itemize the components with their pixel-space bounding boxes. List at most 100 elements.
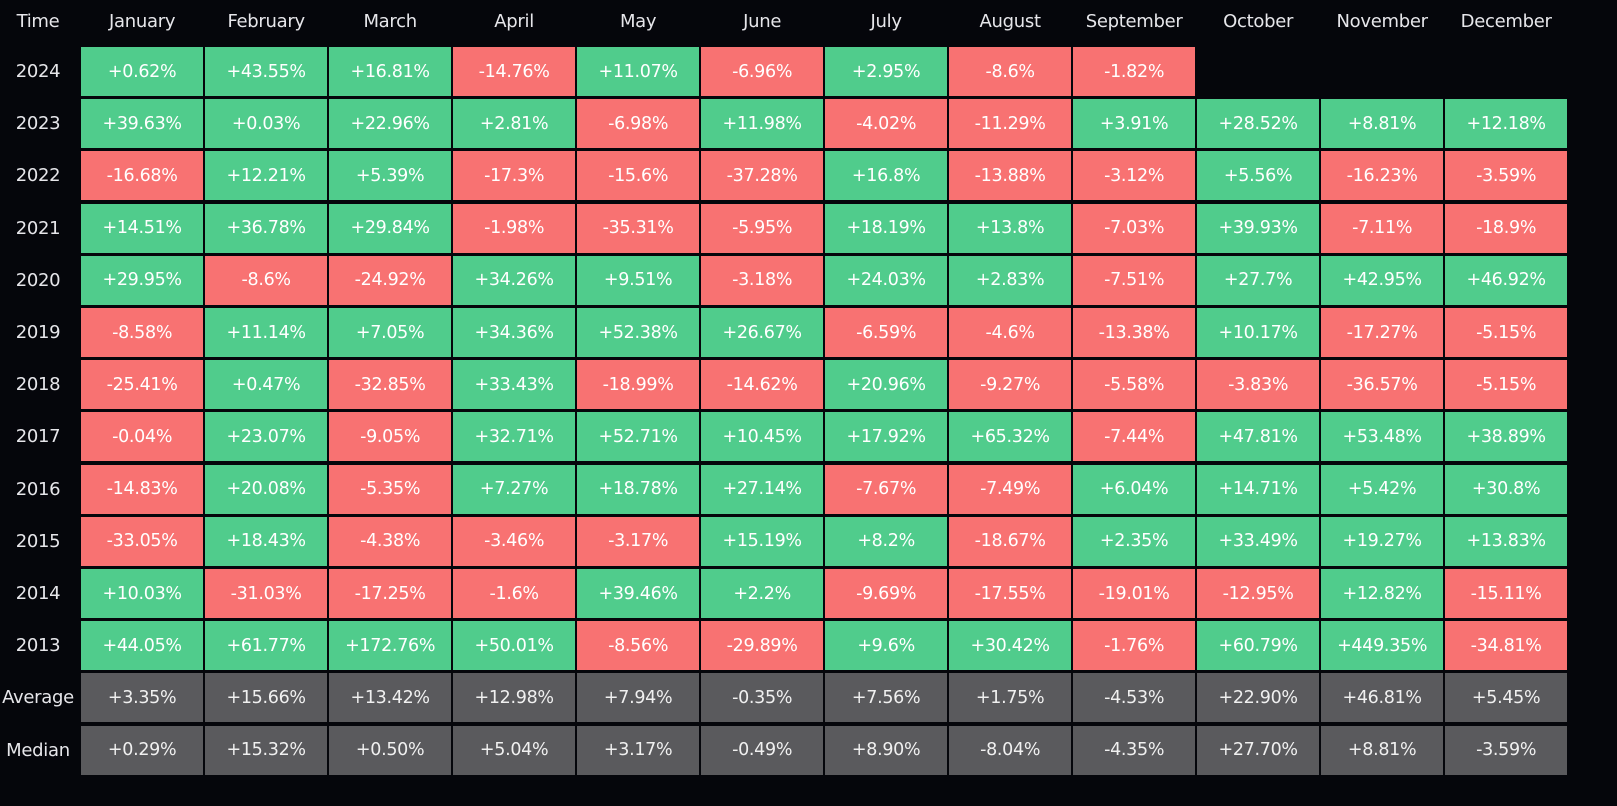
heatmap-cell-2023-june: +11.98%: [701, 99, 824, 149]
heatmap-cell-2024-july: +2.95%: [825, 47, 948, 96]
heatmap-cell-2021-december: -18.9%: [1445, 203, 1568, 253]
heatmap-cell-2020-october: +27.7%: [1197, 255, 1320, 305]
heatmap-cell-2022-may: -15.6%: [577, 151, 700, 201]
row-label-2023: 2023: [15, 113, 61, 135]
heatmap-cell-2018-october: -3.83%: [1197, 360, 1320, 410]
month-header-september: September: [1085, 10, 1183, 32]
heatmap-cell-2016-november: +5.42%: [1321, 464, 1444, 514]
heatmap-cell-2018-july: +20.96%: [825, 360, 948, 410]
heatmap-cell-2018-april: +33.43%: [453, 360, 576, 410]
heatmap-cell-2022-june: -37.28%: [701, 151, 824, 201]
heatmap-cell-2024-april: -14.76%: [453, 47, 576, 96]
heatmap-cell-2013-may: -8.56%: [577, 621, 700, 671]
summary-cell-median-january: +0.29%: [81, 725, 204, 775]
heatmap-cell-2019-october: +10.17%: [1197, 308, 1320, 357]
summary-cell-average-december: +5.45%: [1445, 673, 1568, 723]
heatmap-cell-2022-november: -16.23%: [1321, 151, 1444, 201]
summary-cell-average-may: +7.94%: [577, 673, 700, 723]
heatmap-cell-2014-april: -1.6%: [453, 569, 576, 618]
heatmap-cell-2014-october: -12.95%: [1197, 569, 1320, 618]
month-header-november: November: [1336, 10, 1429, 32]
month-header-july: July: [870, 10, 902, 32]
summary-cell-average-february: +15.66%: [205, 673, 328, 723]
heatmap-cell-2016-july: -7.67%: [825, 464, 948, 514]
heatmap-cell-2013-december: -34.81%: [1445, 621, 1568, 671]
heatmap-cell-2014-february: -31.03%: [205, 569, 328, 618]
heatmap-cell-2017-march: -9.05%: [329, 412, 452, 462]
summary-cell-average-march: +13.42%: [329, 673, 452, 723]
heatmap-cell-2019-july: -6.59%: [825, 308, 948, 357]
heatmap-cell-2019-may: +52.38%: [577, 308, 700, 357]
heatmap-cell-2018-june: -14.62%: [701, 360, 824, 410]
heatmap-cell-2017-september: -7.44%: [1073, 412, 1196, 462]
summary-cell-median-august: -8.04%: [949, 725, 1072, 775]
heatmap-cell-2017-january: -0.04%: [81, 412, 204, 462]
heatmap-cell-2016-january: -14.83%: [81, 464, 204, 514]
heatmap-cell-2020-june: -3.18%: [701, 255, 824, 305]
heatmap-cell-2017-december: +38.89%: [1445, 412, 1568, 462]
month-header-january: January: [109, 10, 176, 32]
row-label-2021: 2021: [15, 217, 61, 239]
heatmap-cell-2016-august: -7.49%: [949, 464, 1072, 514]
heatmap-cell-2020-january: +29.95%: [81, 255, 204, 305]
summary-cell-average-july: +7.56%: [825, 673, 948, 723]
heatmap-cell-2014-november: +12.82%: [1321, 569, 1444, 618]
row-label-2019: 2019: [15, 322, 61, 343]
heatmap-cell-2020-may: +9.51%: [577, 255, 700, 305]
heatmap-cell-2015-august: -18.67%: [949, 516, 1072, 566]
summary-cell-median-october: +27.70%: [1197, 725, 1320, 775]
heatmap-cell-2017-july: +17.92%: [825, 412, 948, 462]
heatmap-cell-2013-january: +44.05%: [81, 621, 204, 671]
heatmap-cell-2024-june: -6.96%: [701, 47, 824, 96]
summary-cell-average-october: +22.90%: [1197, 673, 1320, 723]
heatmap-cell-2022-april: -17.3%: [453, 151, 576, 201]
heatmap-cell-2020-july: +24.03%: [825, 255, 948, 305]
summary-cell-average-january: +3.35%: [81, 673, 204, 723]
month-header-june: June: [743, 10, 782, 32]
heatmap-cell-2018-march: -32.85%: [329, 360, 452, 410]
heatmap-cell-2018-november: -36.57%: [1321, 360, 1444, 410]
heatmap-cell-2015-may: -3.17%: [577, 516, 700, 566]
monthly-returns-heatmap: Time January February March April May June Jul…: [0, 0, 1617, 806]
heatmap-cell-2021-june: -5.95%: [701, 203, 824, 253]
heatmap-cell-2015-october: +33.49%: [1197, 516, 1320, 566]
heatmap-cell-2013-october: +60.79%: [1197, 621, 1320, 671]
heatmap-cell-2021-october: +39.93%: [1197, 203, 1320, 253]
row-label-2014: 2014: [15, 583, 61, 604]
heatmap-cell-2024-march: +16.81%: [329, 47, 452, 96]
heatmap-cell-2018-january: -25.41%: [81, 360, 204, 410]
heatmap-cell-2016-april: +7.27%: [453, 464, 576, 514]
heatmap-cell-2021-september: -7.03%: [1073, 203, 1196, 253]
heatmap-cell-2022-march: +5.39%: [329, 151, 452, 201]
heatmap-cell-2020-april: +34.26%: [453, 255, 576, 305]
heatmap-cell-2019-september: -13.38%: [1073, 308, 1196, 357]
heatmap-cell-2024-february: +43.55%: [205, 47, 328, 96]
heatmap-cell-2023-august: -11.29%: [949, 99, 1072, 149]
summary-cell-median-may: +3.17%: [577, 725, 700, 775]
summary-cell-median-november: +8.81%: [1321, 725, 1444, 775]
heatmap-cell-2014-june: +2.2%: [701, 569, 824, 618]
heatmap-cell-2019-february: +11.14%: [205, 308, 328, 357]
summary-cell-average-april: +12.98%: [453, 673, 576, 723]
heatmap-cell-2022-february: +12.21%: [205, 151, 328, 201]
summary-cell-median-april: +5.04%: [453, 725, 576, 775]
heatmap-cell-2014-january: +10.03%: [81, 569, 204, 618]
heatmap-cell-2017-october: +47.81%: [1197, 412, 1320, 462]
heatmap-cell-2021-march: +29.84%: [329, 203, 452, 253]
heatmap-cell-2013-july: +9.6%: [825, 621, 948, 671]
heatmap-cell-2013-november: +449.35%: [1321, 621, 1444, 671]
summary-cell-median-february: +15.32%: [205, 725, 328, 775]
month-header-april: April: [494, 10, 534, 32]
summary-cell-median-july: +8.90%: [825, 725, 948, 775]
heatmap-cell-2023-november: +8.81%: [1321, 99, 1444, 149]
row-label-2015: 2015: [15, 530, 61, 552]
heatmap-cell-2023-february: +0.03%: [205, 99, 328, 149]
heatmap-cell-2016-october: +14.71%: [1197, 464, 1320, 514]
heatmap-cell-2019-january: -8.58%: [81, 308, 204, 357]
heatmap-cell-2023-april: +2.81%: [453, 99, 576, 149]
heatmap-cell-2021-november: -7.11%: [1321, 203, 1444, 253]
heatmap-cell-2023-december: +12.18%: [1445, 99, 1568, 149]
heatmap-cell-2015-july: +8.2%: [825, 516, 948, 566]
heatmap-cell-2022-january: -16.68%: [81, 151, 204, 201]
heatmap-cell-2016-february: +20.08%: [205, 464, 328, 514]
